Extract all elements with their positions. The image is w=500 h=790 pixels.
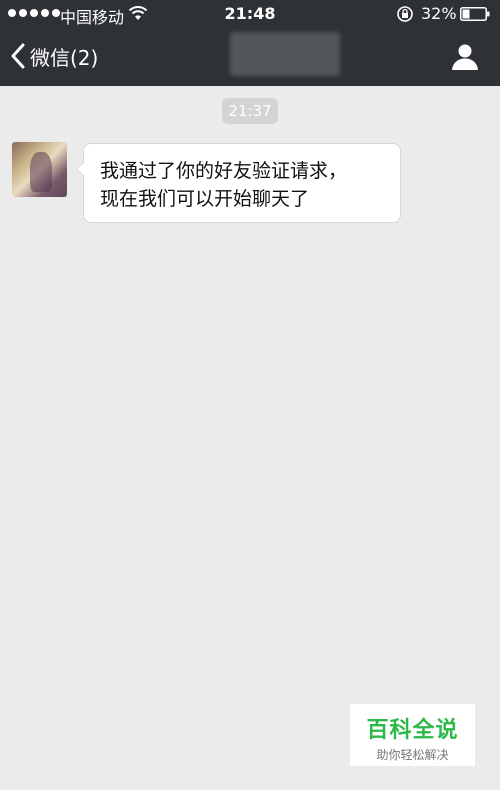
nav-bar: 微信(2) — [0, 28, 500, 86]
rotation-lock-icon — [397, 6, 413, 22]
contact-avatar[interactable] — [12, 142, 67, 197]
message-bubble[interactable]: 我通过了你的好友验证请求， 现在我们可以开始聊天了 — [76, 143, 401, 223]
contact-profile-icon[interactable] — [450, 42, 480, 72]
message-text-line: 现在我们可以开始聊天了 — [100, 188, 310, 210]
message-timestamp: 21:37 — [222, 98, 278, 124]
status-bar: 中国移动 21:48 32% — [0, 0, 500, 28]
battery-percentage: 32% — [421, 4, 457, 23]
back-button[interactable]: 微信(2) — [10, 40, 98, 72]
chat-title-redacted — [230, 32, 340, 76]
top-bar: 中国移动 21:48 32% 微信(2) — [0, 0, 500, 86]
watermark-title: 百科全说 — [366, 718, 459, 743]
watermark-subtitle: 助你轻松解决 — [376, 748, 449, 762]
battery-icon — [460, 7, 490, 21]
message-text-line: 我通过了你的好友验证请求， — [100, 160, 348, 182]
watermark-logo: 百科全说 助你轻松解决 — [350, 704, 475, 766]
back-button-label: 微信(2) — [30, 45, 99, 70]
chevron-left-icon — [11, 43, 25, 69]
